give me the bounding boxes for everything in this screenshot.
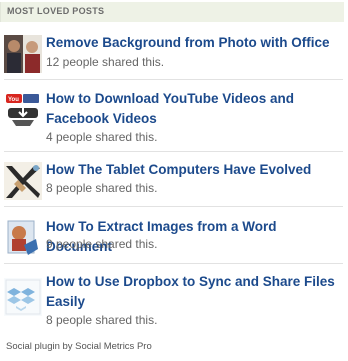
youtube-download-thumbnail-icon[interactable]: You [4, 90, 42, 128]
divider [4, 206, 343, 207]
divider [4, 263, 343, 264]
share-count: 12 people shared this. [46, 55, 165, 69]
list-item: You How to Download YouTube Videos and F… [0, 87, 343, 152]
post-title-link[interactable]: How to Download YouTube Videos and Faceb… [46, 89, 341, 129]
dropbox-thumbnail-icon[interactable] [4, 278, 42, 316]
word-images-thumbnail-icon[interactable] [4, 219, 42, 257]
list-item: Remove Background from Photo with Office… [0, 30, 343, 80]
tablet-thumbnail-icon[interactable] [4, 162, 42, 200]
list-item: How To Extract Images from a Word Docume… [0, 217, 343, 264]
post-title-link[interactable]: How The Tablet Computers Have Evolved [46, 160, 341, 180]
svg-text:You: You [8, 97, 19, 103]
social-plugin-credit: Social plugin by Social Metrics Pro [6, 341, 152, 352]
most-loved-posts-widget: MOST LOVED POSTS Remove Background from … [0, 0, 348, 361]
photo-people-thumbnail-icon[interactable] [4, 35, 42, 73]
share-count: 9 people shared this. [46, 237, 158, 251]
share-count: 8 people shared this. [46, 313, 158, 327]
share-count: 4 people shared this. [46, 130, 158, 144]
post-title-link[interactable]: How to Use Dropbox to Sync and Share Fil… [46, 272, 341, 312]
widget-header: MOST LOVED POSTS [0, 2, 344, 22]
list-item: How to Use Dropbox to Sync and Share Fil… [0, 272, 343, 336]
post-title-link[interactable]: Remove Background from Photo with Office [46, 33, 341, 53]
share-count: 8 people shared this. [46, 181, 158, 195]
widget-header-title: MOST LOVED POSTS [7, 6, 105, 16]
list-item: How The Tablet Computers Have Evolved 8 … [0, 160, 343, 207]
divider [4, 79, 343, 80]
divider [4, 151, 343, 152]
